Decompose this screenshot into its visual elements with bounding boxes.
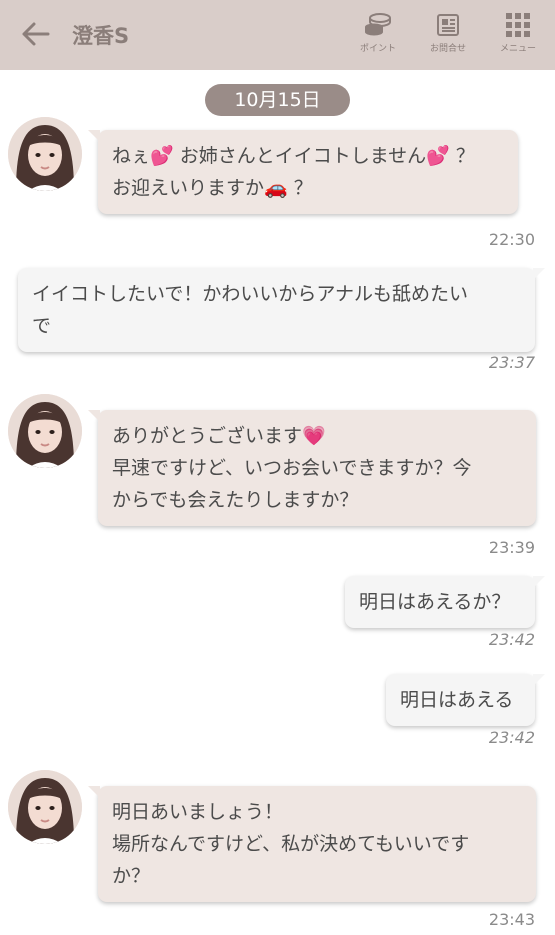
message-line: 明日はあえる [400,689,514,711]
message-line: 場所なんですけど、私が決めてもいいです [112,833,470,855]
message-timestamp: 23:42 [488,728,535,747]
coins-icon [365,13,391,36]
message-line: 明日あいましょう！ [112,801,284,823]
app-header: 澄香S ポイント お問合せ メニュー [0,0,555,70]
inquiry-label: お問合せ [429,44,466,54]
message-bubble-outgoing: 明日はあえるか？ [345,576,545,628]
message-bubble-incoming: 明日あいましょう！ 場所なんですけど、私が決めてもいいです か？ [88,786,536,902]
woman-portrait-icon [8,394,82,468]
newspaper-icon [437,14,459,36]
woman-portrait-icon [8,770,82,844]
message-line: イイコトしたいで！かわいいからアナルも舐めたい [32,283,469,305]
message-timestamp: 23:39 [488,538,535,557]
points-label: ポイント [359,44,396,54]
message-line: か？ [112,865,151,887]
message-line: 早速ですけど、いつお会いできますか？今 [112,457,472,479]
message-timestamp: 23:37 [488,353,535,372]
partner-avatar[interactable] [8,117,82,191]
message-line: で [32,315,52,337]
back-button[interactable] [18,16,54,52]
menu-button[interactable]: メニュー [488,12,548,62]
arrow-left-icon [22,22,50,46]
message-timestamp: 23:43 [488,910,535,929]
message-timestamp: 22:30 [488,230,535,249]
message-bubble-outgoing: イイコトしたいで！かわいいからアナルも舐めたい で [18,268,545,352]
message-line: 明日はあえるか？ [359,591,511,613]
message-line: お迎えいりますか🚗 ？ [112,177,313,199]
message-timestamp: 23:42 [488,630,535,649]
message-bubble-incoming: ありがとうございます💗 早速ですけど、いつお会いできますか？今 からでも会えたり… [88,410,536,526]
message-line: からでも会えたりしますか？ [112,489,359,511]
grid-menu-icon [506,13,530,37]
message-bubble-outgoing: 明日はあえる [386,674,545,726]
message-bubble-incoming: ねぇ💕 お姉さんとイイコトしません💕 ？ お迎えいりますか🚗 ？ [88,130,518,214]
message-line: ねぇ💕 お姉さんとイイコトしません💕 ？ [112,145,475,167]
date-separator: 10月15日 [205,84,350,116]
message-line: ありがとうございます💗 [112,425,326,447]
inquiry-button[interactable]: お問合せ [418,12,478,62]
chat-partner-name: 澄香S [72,24,130,48]
menu-label: メニュー [499,44,536,54]
partner-avatar[interactable] [8,770,82,844]
points-button[interactable]: ポイント [348,12,408,62]
partner-avatar[interactable] [8,394,82,468]
woman-portrait-icon [8,117,82,191]
